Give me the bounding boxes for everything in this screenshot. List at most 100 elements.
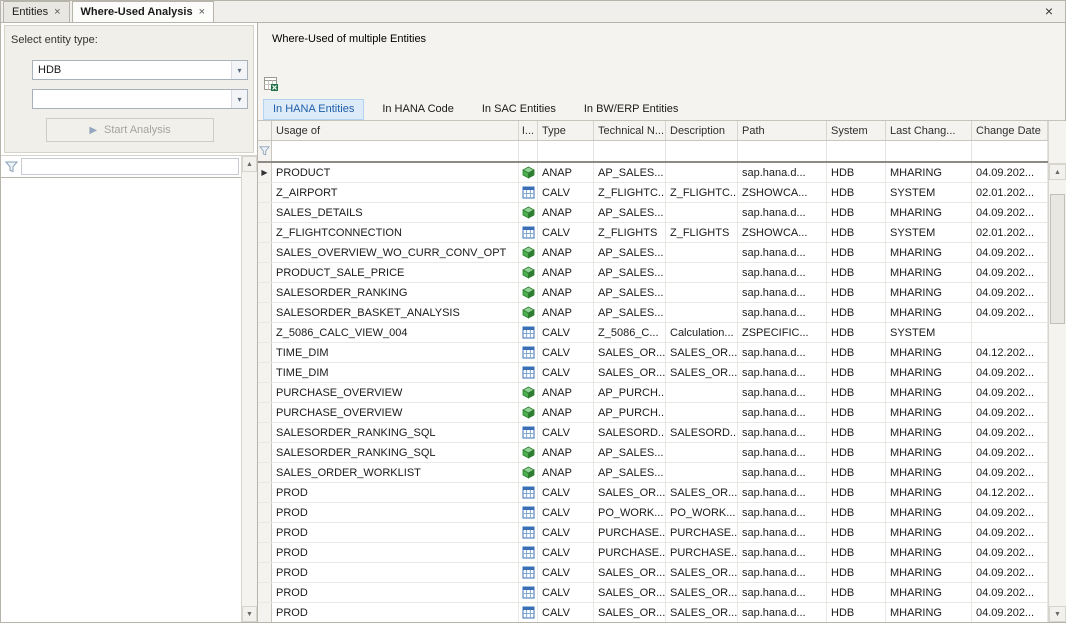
- tab-in-sac-entities[interactable]: In SAC Entities: [472, 99, 566, 120]
- column-header-icon[interactable]: I...: [519, 121, 538, 140]
- column-header-path[interactable]: Path: [738, 121, 827, 140]
- table-row[interactable]: Z_FLIGHTCONNECTIONCALVZ_FLIGHTSZ_FLIGHTS…: [258, 223, 1048, 243]
- filter-cell-icon[interactable]: [519, 141, 538, 161]
- table-row[interactable]: PURCHASE_OVERVIEWANAPAP_PURCH...sap.hana…: [258, 403, 1048, 423]
- cell-path: sap.hana.d...: [738, 403, 827, 422]
- entity-filter-input[interactable]: [21, 158, 239, 175]
- window-close-icon[interactable]: ×: [1045, 4, 1053, 18]
- scroll-down-icon[interactable]: ▼: [1049, 606, 1066, 622]
- grid-filter-funnel-icon[interactable]: [258, 141, 272, 161]
- header-row-indicator: [258, 121, 272, 140]
- table-row[interactable]: ▶PRODUCTANAPAP_SALES...sap.hana.d...HDBM…: [258, 163, 1048, 183]
- table-row[interactable]: SALESORDER_RANKINGANAPAP_SALES...sap.han…: [258, 283, 1048, 303]
- filter-cell-technical-name[interactable]: [594, 141, 666, 161]
- filter-cell-type[interactable]: [538, 141, 594, 161]
- scroll-up-icon[interactable]: ▲: [242, 156, 257, 172]
- start-analysis-button[interactable]: ▶ Start Analysis: [46, 118, 214, 142]
- table-row[interactable]: SALESORDER_BASKET_ANALYSISANAPAP_SALES..…: [258, 303, 1048, 323]
- cell-description: PURCHASE...: [666, 523, 738, 542]
- table-row[interactable]: PURCHASE_OVERVIEWANAPAP_PURCH...sap.hana…: [258, 383, 1048, 403]
- entity-list-scrollbar[interactable]: ▲ ▼: [241, 156, 257, 622]
- page-title: Where-Used of multiple Entities: [272, 33, 426, 45]
- cell-path: sap.hana.d...: [738, 603, 827, 622]
- tab-where-used-analysis[interactable]: Where-Used Analysis ×: [72, 1, 215, 22]
- column-header-usage-of[interactable]: Usage of: [272, 121, 519, 140]
- table-row[interactable]: TIME_DIMCALVSALES_OR...SALES_OR...sap.ha…: [258, 363, 1048, 383]
- export-excel-icon[interactable]: [263, 76, 279, 95]
- column-header-change-date[interactable]: Change Date: [972, 121, 1048, 140]
- cell-type: CALV: [538, 323, 594, 342]
- tab-entities-close-icon[interactable]: ×: [54, 6, 60, 18]
- cell-description: SALES_OR...: [666, 583, 738, 602]
- cell-change-date: 04.12.202...: [972, 483, 1048, 502]
- chevron-down-icon[interactable]: ▾: [231, 61, 247, 79]
- table-row[interactable]: PRODCALVSALES_OR...SALES_OR...sap.hana.d…: [258, 603, 1048, 622]
- tab-in-hana-code[interactable]: In HANA Code: [372, 99, 464, 120]
- column-header-last-changed[interactable]: Last Chang...: [886, 121, 972, 140]
- filter-cell-path[interactable]: [738, 141, 827, 161]
- table-row[interactable]: SALES_DETAILSANAPAP_SALES...sap.hana.d..…: [258, 203, 1048, 223]
- app-window: Entities × Where-Used Analysis × × Selec…: [0, 0, 1066, 623]
- table-row[interactable]: SALES_OVERVIEW_WO_CURR_CONV_OPTANAPAP_SA…: [258, 243, 1048, 263]
- cell-description: [666, 203, 738, 222]
- table-row[interactable]: PRODCALVSALES_OR...SALES_OR...sap.hana.d…: [258, 483, 1048, 503]
- cell-type: CALV: [538, 483, 594, 502]
- table-row[interactable]: SALESORDER_RANKING_SQLANAPAP_SALES...sap…: [258, 443, 1048, 463]
- grid-scrollbar-thumb[interactable]: [1050, 194, 1065, 324]
- table-row[interactable]: PRODCALVSALES_OR...SALES_OR...sap.hana.d…: [258, 563, 1048, 583]
- tab-in-hana-entities[interactable]: In HANA Entities: [263, 99, 364, 120]
- filter-cell-usage-of[interactable]: [272, 141, 519, 161]
- grid-scrollbar-track[interactable]: [1049, 180, 1066, 606]
- cell-technical-name: PO_WORK...: [594, 503, 666, 522]
- analytic-view-icon: [519, 443, 538, 462]
- row-indicator: [258, 423, 272, 442]
- table-row[interactable]: PRODCALVPURCHASE...PURCHASE...sap.hana.d…: [258, 543, 1048, 563]
- row-indicator: [258, 343, 272, 362]
- entity-type-dropdown[interactable]: HDB ▾: [32, 60, 248, 80]
- column-header-type[interactable]: Type: [538, 121, 594, 140]
- cell-path: sap.hana.d...: [738, 423, 827, 442]
- entity-list-scrollbar-track[interactable]: [242, 172, 257, 606]
- filter-cell-system[interactable]: [827, 141, 886, 161]
- tab-entities[interactable]: Entities ×: [3, 1, 70, 22]
- filter-cell-change-date[interactable]: [972, 141, 1048, 161]
- calculation-view-icon: [519, 483, 538, 502]
- filter-cell-last-changed[interactable]: [886, 141, 972, 161]
- cell-technical-name: AP_SALES...: [594, 263, 666, 282]
- cell-system: HDB: [827, 483, 886, 502]
- table-row[interactable]: Z_5086_CALC_VIEW_004CALVZ_5086_C...Calcu…: [258, 323, 1048, 343]
- scroll-up-icon[interactable]: ▲: [1049, 164, 1066, 180]
- cell-last-changed: MHARING: [886, 303, 972, 322]
- cell-last-changed: MHARING: [886, 523, 972, 542]
- filter-cell-description[interactable]: [666, 141, 738, 161]
- cell-technical-name: Z_FLIGHTS: [594, 223, 666, 242]
- table-row[interactable]: PRODUCT_SALE_PRICEANAPAP_SALES...sap.han…: [258, 263, 1048, 283]
- cell-last-changed: MHARING: [886, 263, 972, 282]
- cell-change-date: [972, 323, 1048, 342]
- table-row[interactable]: PRODCALVSALES_OR...SALES_OR...sap.hana.d…: [258, 583, 1048, 603]
- cell-last-changed: MHARING: [886, 483, 972, 502]
- column-header-description[interactable]: Description: [666, 121, 738, 140]
- table-row[interactable]: TIME_DIMCALVSALES_OR...SALES_OR...sap.ha…: [258, 343, 1048, 363]
- tab-in-bw-erp-entities[interactable]: In BW/ERP Entities: [574, 99, 689, 120]
- column-header-technical-name[interactable]: Technical N...: [594, 121, 666, 140]
- calculation-view-icon: [519, 423, 538, 442]
- cell-last-changed: MHARING: [886, 343, 972, 362]
- tab-where-used-analysis-close-icon[interactable]: ×: [199, 6, 205, 18]
- table-row[interactable]: PRODCALVPURCHASE...PURCHASE...sap.hana.d…: [258, 523, 1048, 543]
- chevron-down-icon[interactable]: ▾: [231, 90, 247, 108]
- cell-system: HDB: [827, 443, 886, 462]
- table-row[interactable]: PRODCALVPO_WORK...PO_WORK...sap.hana.d..…: [258, 503, 1048, 523]
- calculation-view-icon: [519, 583, 538, 602]
- table-row[interactable]: SALESORDER_RANKING_SQLCALVSALESORD...SAL…: [258, 423, 1048, 443]
- table-row[interactable]: SALES_ORDER_WORKLISTANAPAP_SALES...sap.h…: [258, 463, 1048, 483]
- scroll-down-icon[interactable]: ▼: [242, 606, 257, 622]
- table-row[interactable]: Z_AIRPORTCALVZ_FLIGHTC...Z_FLIGHTC...ZSH…: [258, 183, 1048, 203]
- grid-scrollbar[interactable]: ▲ ▼: [1048, 121, 1066, 622]
- filter-funnel-icon[interactable]: [1, 161, 21, 173]
- entity-list[interactable]: [1, 178, 241, 622]
- column-header-system[interactable]: System: [827, 121, 886, 140]
- cell-path: sap.hana.d...: [738, 463, 827, 482]
- calculation-view-icon: [519, 543, 538, 562]
- entity-name-dropdown[interactable]: ▾: [32, 89, 248, 109]
